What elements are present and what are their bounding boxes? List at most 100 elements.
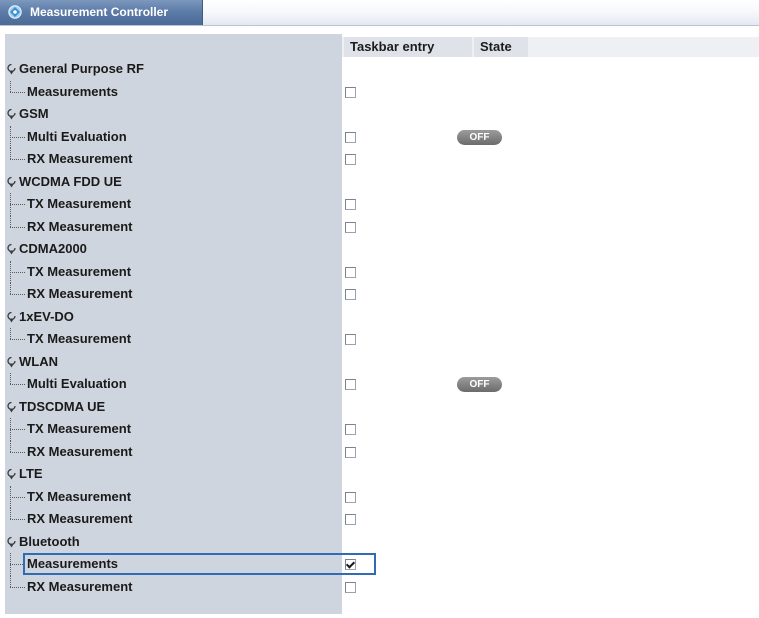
tree-group-row[interactable]: LTE xyxy=(5,463,759,486)
tree-group-row[interactable]: GSM xyxy=(5,103,759,126)
tree-connector-vertical xyxy=(10,373,11,384)
tree-item-label: RX Measurement xyxy=(27,578,133,594)
tree-connector-horizontal xyxy=(10,586,25,588)
title-bar: Measurement Controller xyxy=(0,0,759,26)
tree-node-icon[interactable] xyxy=(5,63,18,76)
tree-connector-horizontal xyxy=(10,226,25,228)
tree-item-label: TX Measurement xyxy=(27,331,132,346)
tree-item-label: TX Measurement xyxy=(27,421,132,436)
tree-node-icon[interactable] xyxy=(5,356,18,369)
tree-connector-vertical xyxy=(10,215,11,227)
tree-item-row[interactable]: Multi Evaluation OFF xyxy=(5,373,759,396)
tree-connector-horizontal xyxy=(10,519,25,520)
tree-connector-horizontal xyxy=(10,271,25,273)
taskbar-entry-checkbox[interactable] xyxy=(345,154,356,165)
taskbar-entry-checkbox[interactable] xyxy=(345,379,356,390)
tree-item-row[interactable]: Multi Evaluation OFF xyxy=(5,125,759,148)
tree-item-row[interactable]: RX Measurement xyxy=(5,440,759,464)
tree-item-row[interactable]: RX Measurement xyxy=(5,508,759,531)
tree-item-row[interactable]: RX Measurement xyxy=(5,215,759,239)
tree-group-row[interactable]: WCDMA FDD UE xyxy=(5,171,759,194)
tree-group-label: General Purpose RF xyxy=(19,61,144,76)
tree-group-row[interactable]: TDSCDMA UE xyxy=(5,396,759,419)
tree-item-label: TX Measurement xyxy=(27,488,132,504)
tree-connector-vertical xyxy=(10,328,11,339)
tree-item-label: Measurements xyxy=(27,83,119,99)
tree-group-label: WLAN xyxy=(19,353,58,369)
tree-group-label: TDSCDMA UE xyxy=(19,398,106,414)
tree-item-row[interactable]: Measurements xyxy=(5,553,759,576)
window-title: Measurement Controller xyxy=(30,5,169,19)
taskbar-entry-checkbox[interactable] xyxy=(345,491,356,503)
tree-connector-horizontal xyxy=(10,384,25,385)
tree-connector-horizontal xyxy=(10,159,25,160)
tree-group-label: Bluetooth xyxy=(19,533,80,549)
tree-connector-vertical xyxy=(10,283,11,294)
tree-item-label: RX Measurement xyxy=(27,443,133,459)
tree-group-label: CDMA2000 xyxy=(19,241,87,256)
taskbar-entry-checkbox[interactable] xyxy=(345,199,356,210)
app-icon xyxy=(8,5,22,19)
tree-item-label: TX Measurement xyxy=(27,263,132,279)
content-area: Taskbar entry State General Purpose RF Me… xyxy=(0,26,759,614)
tree-group-row[interactable]: WLAN xyxy=(5,351,759,374)
tree-connector-horizontal xyxy=(10,496,25,498)
state-toggle-button[interactable]: OFF xyxy=(457,377,502,392)
tree-connector-vertical xyxy=(10,575,11,587)
selection-highlight xyxy=(23,553,376,575)
tree-item-row[interactable]: Measurements xyxy=(5,80,759,104)
taskbar-entry-checkbox[interactable] xyxy=(345,581,356,593)
column-header-state[interactable]: State xyxy=(474,37,528,57)
tree-item-label: Multi Evaluation xyxy=(27,376,127,391)
tree-item-row[interactable]: RX Measurement xyxy=(5,575,759,599)
tree-group-label: LTE xyxy=(19,466,43,481)
tree-item-row[interactable]: RX Measurement xyxy=(5,148,759,171)
taskbar-entry-checkbox[interactable] xyxy=(345,86,356,98)
tree-connector-vertical xyxy=(10,440,11,452)
tree-item-row[interactable]: RX Measurement xyxy=(5,283,759,306)
taskbar-entry-checkbox[interactable] xyxy=(345,131,356,143)
taskbar-entry-checkbox[interactable] xyxy=(345,446,356,458)
tree-connector-vertical xyxy=(10,148,11,159)
column-header-taskbar-entry[interactable]: Taskbar entry xyxy=(344,37,472,57)
measurement-tree: General Purpose RF Measurements GSM Multi E… xyxy=(5,58,759,618)
state-toggle-button[interactable]: OFF xyxy=(457,129,502,145)
tree-node-icon[interactable] xyxy=(5,311,18,324)
taskbar-entry-checkbox[interactable] xyxy=(345,514,356,525)
tree-connector-horizontal xyxy=(10,451,25,453)
tree-connector-horizontal xyxy=(10,91,25,93)
taskbar-entry-checkbox[interactable] xyxy=(345,289,356,300)
tree-node-icon[interactable] xyxy=(5,176,18,189)
tree-item-row[interactable]: TX Measurement xyxy=(5,260,759,283)
tree-item-label: RX Measurement xyxy=(27,218,133,234)
tree-node-icon[interactable] xyxy=(5,536,18,549)
tree-node-icon[interactable] xyxy=(5,108,18,121)
tree-connector-horizontal xyxy=(10,339,25,340)
tree-node-icon[interactable] xyxy=(5,401,18,414)
tree-connector-horizontal xyxy=(10,429,25,430)
tree-node-icon[interactable] xyxy=(5,243,18,256)
tree-group-label: 1xEV-DO xyxy=(19,308,74,324)
tree-item-row[interactable]: TX Measurement xyxy=(5,485,759,508)
tree-item-label: TX Measurement xyxy=(27,196,132,211)
taskbar-entry-checkbox[interactable] xyxy=(345,221,356,233)
tree-group-label: WCDMA FDD UE xyxy=(19,173,122,189)
window-title-tab[interactable]: Measurement Controller xyxy=(0,0,203,25)
tree-group-label: GSM xyxy=(19,106,49,121)
tree-item-row[interactable]: TX Measurement xyxy=(5,328,759,351)
taskbar-entry-checkbox[interactable] xyxy=(345,334,356,345)
tree-item-label: RX Measurement xyxy=(27,151,133,166)
tree-group-row[interactable]: Bluetooth xyxy=(5,531,759,554)
tree-item-row[interactable]: TX Measurement xyxy=(5,418,759,441)
tree-item-label: RX Measurement xyxy=(27,286,133,301)
tree-group-row[interactable]: General Purpose RF xyxy=(5,58,759,81)
tree-connector-vertical xyxy=(10,80,11,92)
tree-group-row[interactable]: 1xEV-DO xyxy=(5,306,759,329)
tree-connector-horizontal xyxy=(10,204,25,205)
tree-node-icon[interactable] xyxy=(5,468,18,481)
tree-item-label: Multi Evaluation xyxy=(27,128,127,144)
taskbar-entry-checkbox[interactable] xyxy=(345,266,356,278)
tree-item-row[interactable]: TX Measurement xyxy=(5,193,759,216)
taskbar-entry-checkbox[interactable] xyxy=(345,424,356,435)
tree-group-row[interactable]: CDMA2000 xyxy=(5,238,759,261)
